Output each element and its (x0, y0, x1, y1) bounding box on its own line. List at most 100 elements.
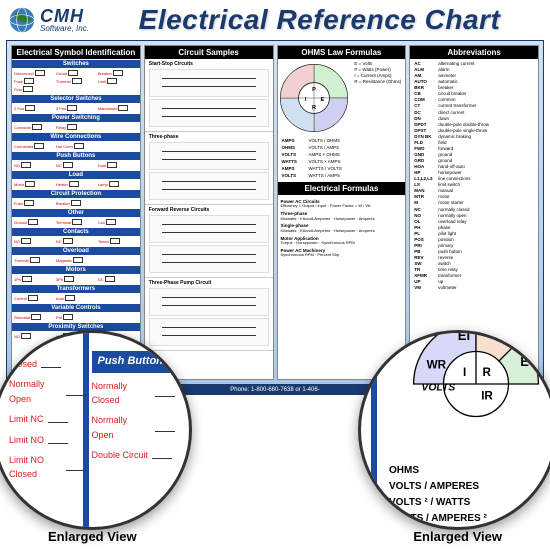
symbol-item: Timed (97, 237, 139, 245)
symbol-item: Fuse (13, 199, 55, 207)
svg-text:R: R (312, 105, 316, 111)
ef-text: Synchronous RPM · Percent Slip (281, 253, 403, 258)
ef-text: Kilowatts · Kilovolt-Amperes · Horsepowe… (281, 229, 403, 234)
section-header: Circuit Protection (12, 190, 140, 198)
symbol-item: Thermal (55, 77, 97, 85)
symbol-item: Disconnect (13, 69, 55, 77)
circuit-diagram-icon (149, 99, 269, 127)
symbol-item: Ground (13, 218, 55, 226)
symbol-row: Normally Closed (92, 379, 176, 408)
symbol-item: Limit (97, 77, 139, 85)
svg-text:R: R (483, 366, 492, 379)
circuit-diagram-icon (149, 142, 269, 170)
legend-row: R = Resistance (Ohms) (354, 79, 401, 85)
symbol-row: Limit NO Closed (9, 453, 86, 482)
ohm-list-row: VOLTS / AMPERES (389, 479, 545, 495)
formula-row: VOLTSWATTS / AMPS (278, 172, 406, 179)
section-header: Load (12, 171, 140, 179)
symbol-item: Coil (97, 218, 139, 226)
section-header: Variable Controls (12, 304, 140, 312)
logo-sub: Software, Inc. (40, 25, 89, 33)
circuit-diagram-icon (149, 288, 269, 316)
symbol-row: Double Circuit (92, 448, 176, 462)
logo-main: CMH (40, 7, 89, 25)
symbol-item: NC (55, 237, 97, 245)
section-header: Wire Connections (12, 133, 140, 141)
formula-row: WATTSVOLTS × AMPS (278, 158, 406, 165)
symbol-item: Circuit (55, 69, 97, 77)
svg-text:IR: IR (481, 390, 493, 403)
circuit-diagram-icon (149, 172, 269, 200)
col-header: OHMS Law Formulas (278, 46, 406, 59)
ohm-list-row: WATTS / AMPERES ² (389, 511, 545, 527)
symbol-item: Auto (55, 294, 97, 302)
symbol-item: Flow (13, 85, 55, 93)
symbol-row: Closed (9, 357, 86, 371)
col-header: Abbreviations (410, 46, 538, 59)
logo: CMH Software, Inc. (8, 6, 89, 34)
section-header: Transformers (12, 285, 140, 293)
circuit-sample: Three-Phase Pump Circuit (145, 278, 273, 351)
section-header: Contacts (12, 228, 140, 236)
symbol-item: Relay (55, 123, 97, 131)
col-ohms: OHMS Law Formulas P E R I E = (277, 45, 407, 380)
caption-left: Enlarged View (48, 529, 137, 544)
symbol-item: 3Ph (55, 275, 97, 283)
col-symbols: Electrical Symbol Identification Switche… (11, 45, 141, 380)
symbol-item: NO (13, 161, 55, 169)
symbol-item: Control (13, 294, 55, 302)
symbol-item: Magnetic (55, 256, 97, 264)
symbol-item: 3 Pos (55, 104, 97, 112)
circuit-sample: Three-phase (145, 132, 273, 205)
symbol-item: Fuse (13, 77, 55, 85)
col-circuits: Circuit Samples Start-Stop CircuitsThree… (144, 45, 274, 380)
symbol-item: Rheostat (13, 313, 55, 321)
ef-text: Torque · Horsepower · Synchronous RPM (281, 241, 403, 246)
svg-text:WR: WR (427, 358, 447, 371)
abbr-row: VMvoltmeter (414, 285, 534, 291)
symbol-row: Normally Open (92, 413, 176, 442)
section-header: Overload (12, 247, 140, 255)
ef-header: Electrical Formulas (278, 182, 406, 195)
enlarged-view-right: EI W WR E VOLTS I R IR OHMSVOLTS / AMPER… (358, 330, 550, 530)
enlarged-view-left: ClosedNormally OpenLimit NCLimit NOLimit… (0, 330, 192, 530)
symbol-item: NO (13, 237, 55, 245)
svg-text:P: P (312, 87, 316, 93)
symbol-item: Lamp (97, 180, 139, 188)
symbol-item: DC (97, 275, 139, 283)
symbol-item: Thermal (13, 256, 55, 264)
circuit-sample: Start-Stop Circuits (145, 59, 273, 132)
symbol-item: 1Ph (13, 275, 55, 283)
ohm-list-row: VOLTS ² / WATTS (389, 495, 545, 511)
symbol-item: Breaker (55, 199, 97, 207)
col-header: Electrical Symbol Identification (12, 46, 140, 59)
symbol-item: Motor (13, 180, 55, 188)
col-header: Circuit Samples (145, 46, 273, 59)
circuit-diagram-icon (149, 318, 269, 346)
formula-row: AMPSVOLTS / OHMS (278, 137, 406, 144)
formula-row: OHMSVOLTS / AMPS (278, 144, 406, 151)
section-header: Selector Switches (12, 95, 140, 103)
symbol-item: Connected (13, 142, 55, 150)
symbol-item: Not Conn (55, 142, 97, 150)
circuit-diagram-icon (149, 245, 269, 273)
svg-text:E: E (320, 97, 324, 103)
symbol-item: Contactor (13, 123, 55, 131)
header: CMH Software, Inc. Electrical Reference … (0, 0, 550, 40)
section-header: Proximity Switches (12, 323, 140, 331)
symbol-item: 2 Pos (13, 104, 55, 112)
page-title: Electrical Reference Chart (97, 4, 542, 36)
symbol-item: NC (55, 161, 97, 169)
symbol-row: Normally Open (9, 377, 86, 406)
svg-text:EI: EI (458, 330, 470, 343)
symbol-item: Terminal (55, 218, 97, 226)
col-abbr: Abbreviations ACalternating currentALMal… (409, 45, 539, 380)
ef-text: Kilowatts · Kilovolt-Amperes · Horsepowe… (281, 217, 403, 222)
globe-icon (8, 6, 36, 34)
caption-right: Enlarged View (413, 529, 502, 544)
ef-text: Efficiency = Output / Input · Power Fact… (281, 204, 403, 209)
formula-row: VOLTSAMPS × OHMS (278, 151, 406, 158)
svg-text:VOLTS: VOLTS (421, 383, 455, 394)
section-header: Push Buttons (12, 152, 140, 160)
symbol-item: Maintained (97, 104, 139, 112)
